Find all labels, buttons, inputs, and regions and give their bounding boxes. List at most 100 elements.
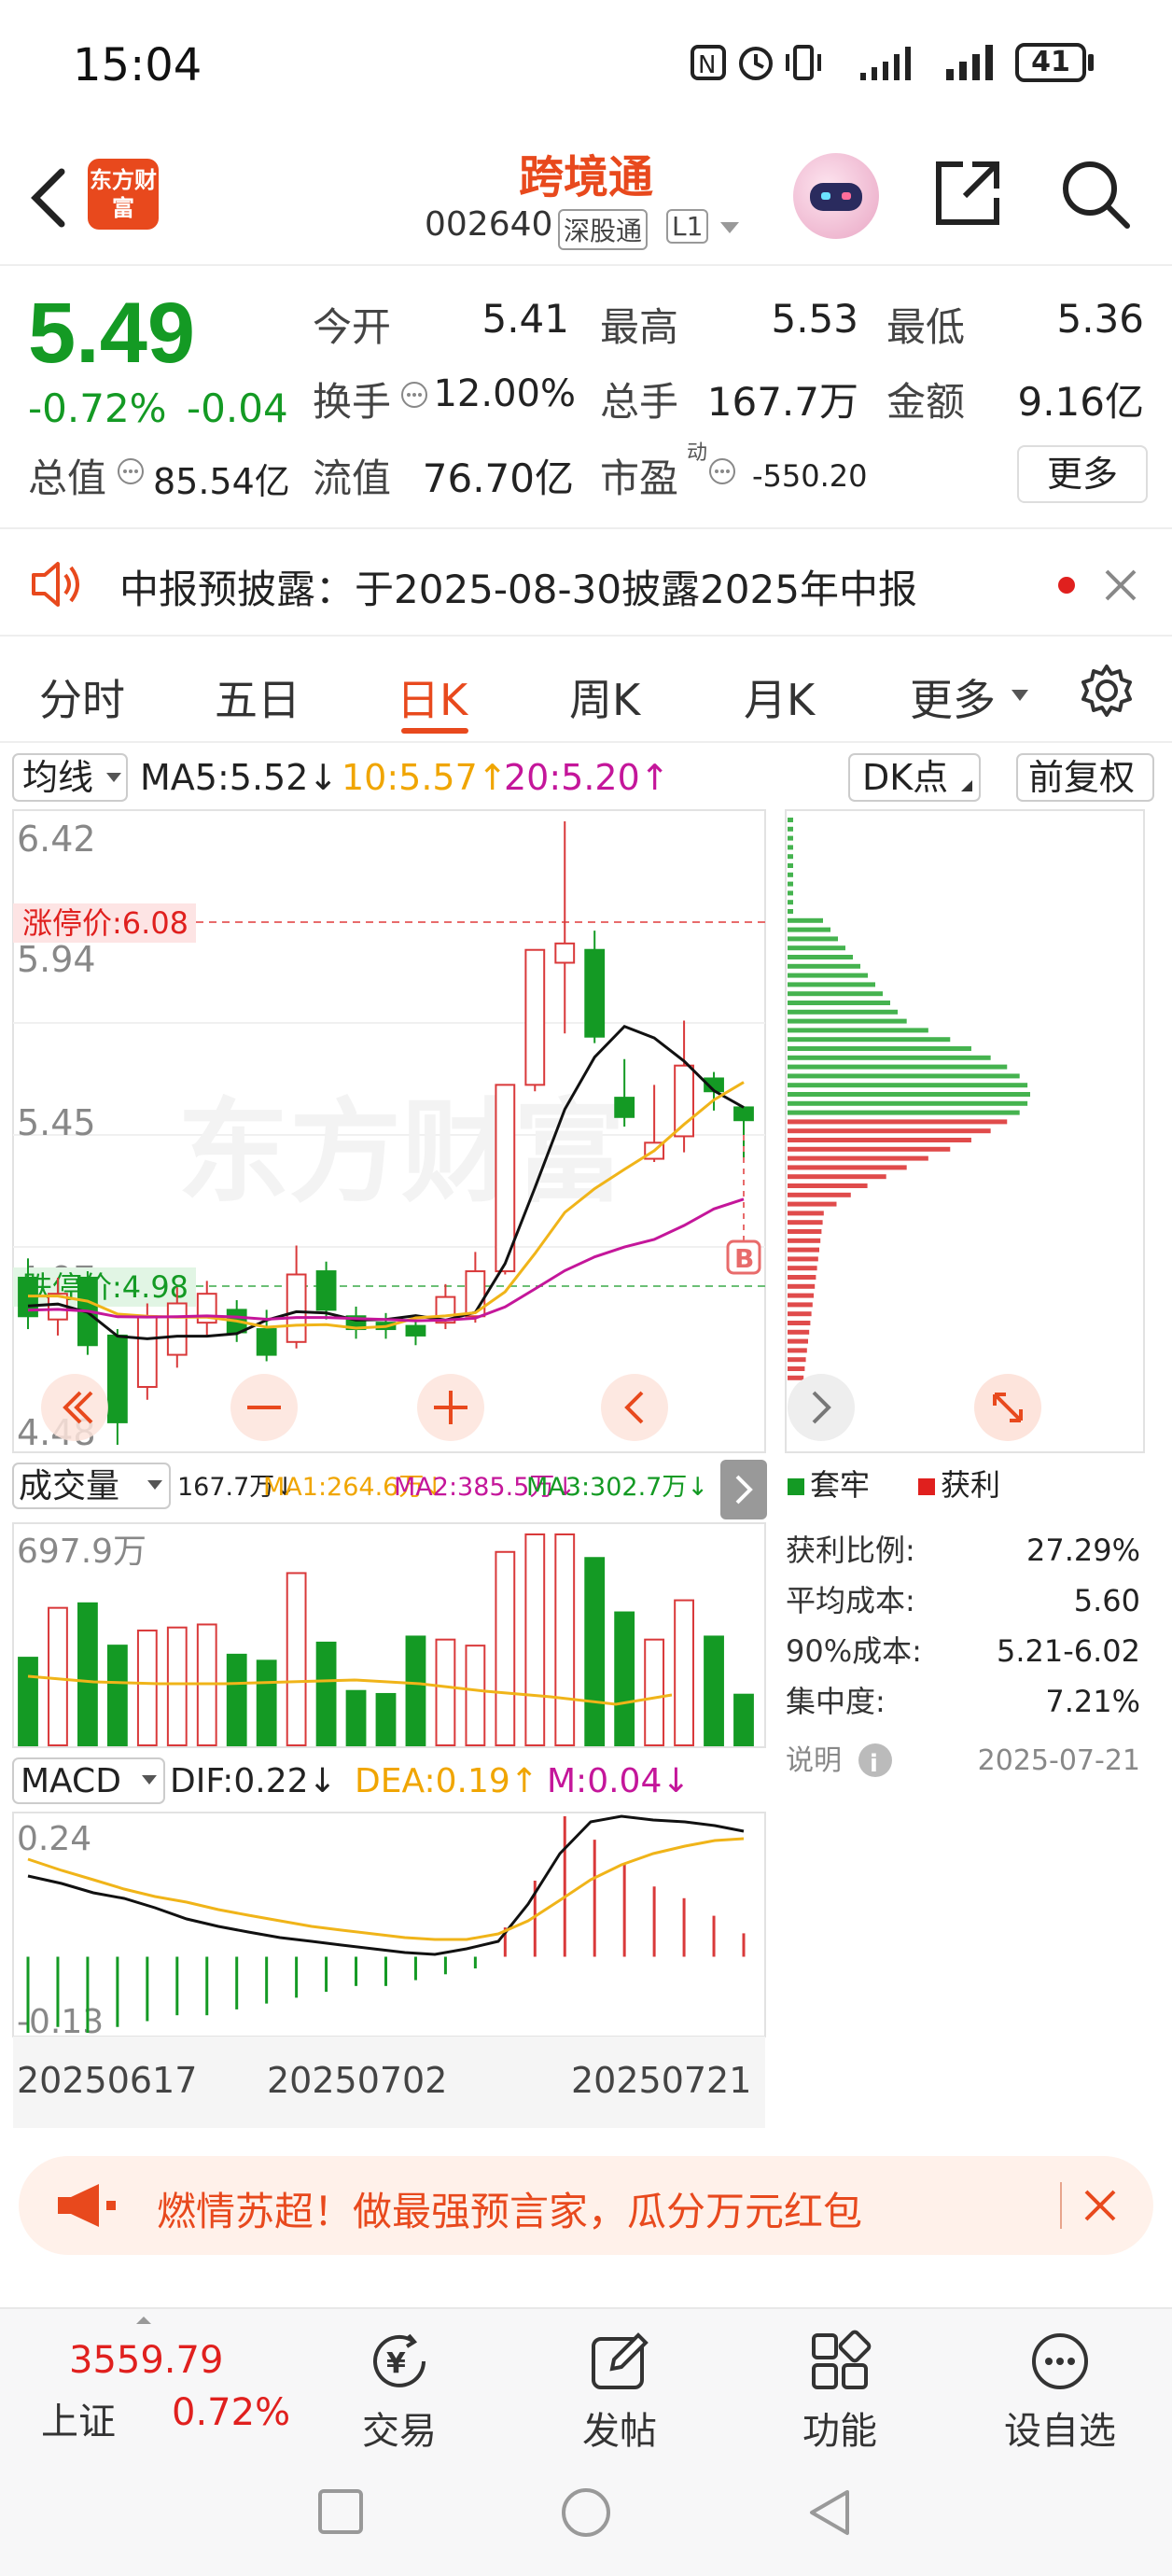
- settings-gear-icon[interactable]: [1079, 663, 1135, 719]
- macd-frame: [12, 1812, 766, 2037]
- robot-icon: [810, 183, 862, 211]
- close-icon[interactable]: [1101, 566, 1140, 605]
- step-right-button[interactable]: [788, 1374, 855, 1441]
- change-amount: -0.04: [187, 385, 288, 431]
- caret-up-icon: [136, 2317, 151, 2324]
- chip-bar: [788, 1348, 807, 1353]
- battery-indicator: 41: [1015, 43, 1086, 82]
- chip-bar: [788, 1321, 811, 1325]
- candle-body: [136, 1315, 158, 1389]
- nav-trade[interactable]: ¥ 交易: [315, 2318, 483, 2453]
- ai-assistant-button[interactable]: [793, 153, 879, 239]
- candle-body: [614, 1097, 635, 1118]
- info-dots-icon[interactable]: [116, 456, 146, 486]
- nav-post[interactable]: 发帖: [536, 2318, 704, 2453]
- volume-bar: [375, 1692, 397, 1747]
- info-dots-icon[interactable]: [399, 380, 429, 410]
- trapped-legend-label: 套牢: [810, 1467, 870, 1503]
- indicator-select-label: 均线: [22, 757, 93, 798]
- macd-dif: DIF:0.22↓: [170, 1762, 337, 1800]
- share-button[interactable]: [931, 157, 1004, 230]
- zoom-in-button[interactable]: [417, 1374, 484, 1441]
- back-nav-icon[interactable]: [806, 2488, 853, 2537]
- recent-apps-icon[interactable]: [317, 2488, 364, 2535]
- index-ticker[interactable]: 3559.79 上证 0.72%: [0, 2309, 290, 2449]
- home-icon[interactable]: [560, 2486, 612, 2539]
- tab-five-day[interactable]: 五日: [215, 666, 300, 728]
- kline-chart[interactable]: 均线 MA5:5.52↓ 10:5.57↑ 20:5.20↑ DK点 前复权 东…: [0, 743, 1172, 2143]
- notice-bar[interactable]: 中报预披露：于2025-08-30披露2025年中报: [0, 532, 1172, 637]
- more-button[interactable]: 更多: [1017, 445, 1148, 503]
- caret-down-icon: [142, 1775, 157, 1785]
- megaphone-icon: [58, 2184, 116, 2227]
- nav-functions[interactable]: 功能: [756, 2318, 924, 2453]
- chip-bar: [788, 1293, 814, 1298]
- zoom-out-button[interactable]: [230, 1374, 298, 1441]
- candle-body: [106, 1334, 128, 1423]
- amount-value: 9.16亿: [1017, 379, 1144, 425]
- candle-body: [584, 948, 606, 1038]
- chip-bar: [788, 1155, 928, 1161]
- caret-down-icon: [1012, 690, 1028, 701]
- ma10-label: 10:5.57↑: [342, 757, 508, 798]
- profit-legend-swatch: [918, 1478, 935, 1495]
- chip-bar: [788, 1009, 898, 1015]
- pe-superscript: 动: [687, 441, 708, 465]
- chip-bar: [788, 1201, 837, 1207]
- chip-bar: [788, 1357, 806, 1363]
- info-dots-icon[interactable]: [707, 456, 737, 486]
- macd-dea: DEA:0.19↑: [355, 1762, 538, 1800]
- volume-bar: [495, 1550, 516, 1746]
- tab-monthly-k[interactable]: 月K: [744, 666, 815, 728]
- bottom-navigation: 3559.79 上证 0.72% ¥ 交易 发帖 功能 设自选: [0, 2307, 1172, 2453]
- tab-more[interactable]: 更多: [910, 666, 996, 728]
- tab-daily-k[interactable]: 日K: [397, 666, 467, 728]
- macd-select-label: MACD: [21, 1762, 121, 1800]
- signal-1-icon: [860, 47, 911, 80]
- chip-bar: [788, 945, 845, 951]
- limit-down-label: 跌停价:4.98: [22, 1269, 188, 1305]
- chip-bar: [788, 1247, 819, 1253]
- volume-bar: [674, 1599, 694, 1746]
- search-button[interactable]: [1058, 157, 1133, 231]
- chip-bar: [788, 1229, 822, 1234]
- scroll-left-button[interactable]: [41, 1374, 108, 1441]
- date-label: 20250702: [267, 2060, 447, 2101]
- close-icon[interactable]: [1081, 2186, 1120, 2225]
- open-label: 今开: [313, 304, 392, 350]
- caret-down-icon[interactable]: [719, 218, 741, 237]
- nav-add-watchlist[interactable]: 设自选: [976, 2318, 1144, 2453]
- amount-label: 金额: [886, 379, 966, 425]
- notice-text: 中报预披露：于2025-08-30披露2025年中报: [119, 567, 917, 612]
- chip-note-label[interactable]: 说明: [786, 1744, 842, 1777]
- chip-bar: [788, 1302, 813, 1308]
- chip-bar: [788, 955, 853, 959]
- volume-bar: [704, 1635, 724, 1747]
- chip-bar: [788, 1001, 890, 1005]
- float-label: 流值: [313, 455, 392, 501]
- chip-bar: [788, 936, 838, 942]
- market-tag: 深股通: [558, 209, 649, 250]
- profit-legend-label: 获利: [941, 1467, 1000, 1503]
- tab-weekly-k[interactable]: 周K: [569, 666, 640, 728]
- promo-banner[interactable]: 燃情苏超！做最强预言家，瓜分万元红包: [19, 2156, 1153, 2255]
- collapse-panel-button[interactable]: [720, 1460, 767, 1519]
- chip-bar: [788, 1128, 991, 1134]
- y-label-2: 5.94: [17, 939, 96, 980]
- volume-bar: [106, 1645, 128, 1746]
- chip-bar: [788, 991, 883, 997]
- turnover-value: 12.00%: [433, 372, 576, 415]
- step-left-button[interactable]: [601, 1374, 668, 1441]
- volume-bar: [48, 1606, 68, 1746]
- system-navigation: [0, 2447, 1172, 2576]
- tab-intraday[interactable]: 分时: [39, 666, 125, 728]
- macd-top-label: 0.24: [17, 1820, 91, 1858]
- fullscreen-button[interactable]: [974, 1374, 1041, 1441]
- ma5-label: MA5:5.52↓: [140, 757, 338, 798]
- high-label: 最高: [600, 304, 679, 350]
- volume-bar: [18, 1657, 38, 1746]
- signal-2-icon: [946, 45, 993, 80]
- chip-bar: [788, 1375, 804, 1380]
- volume-select-label: 成交量: [19, 1467, 119, 1505]
- limit-up-label: 涨停价:6.08: [22, 905, 188, 941]
